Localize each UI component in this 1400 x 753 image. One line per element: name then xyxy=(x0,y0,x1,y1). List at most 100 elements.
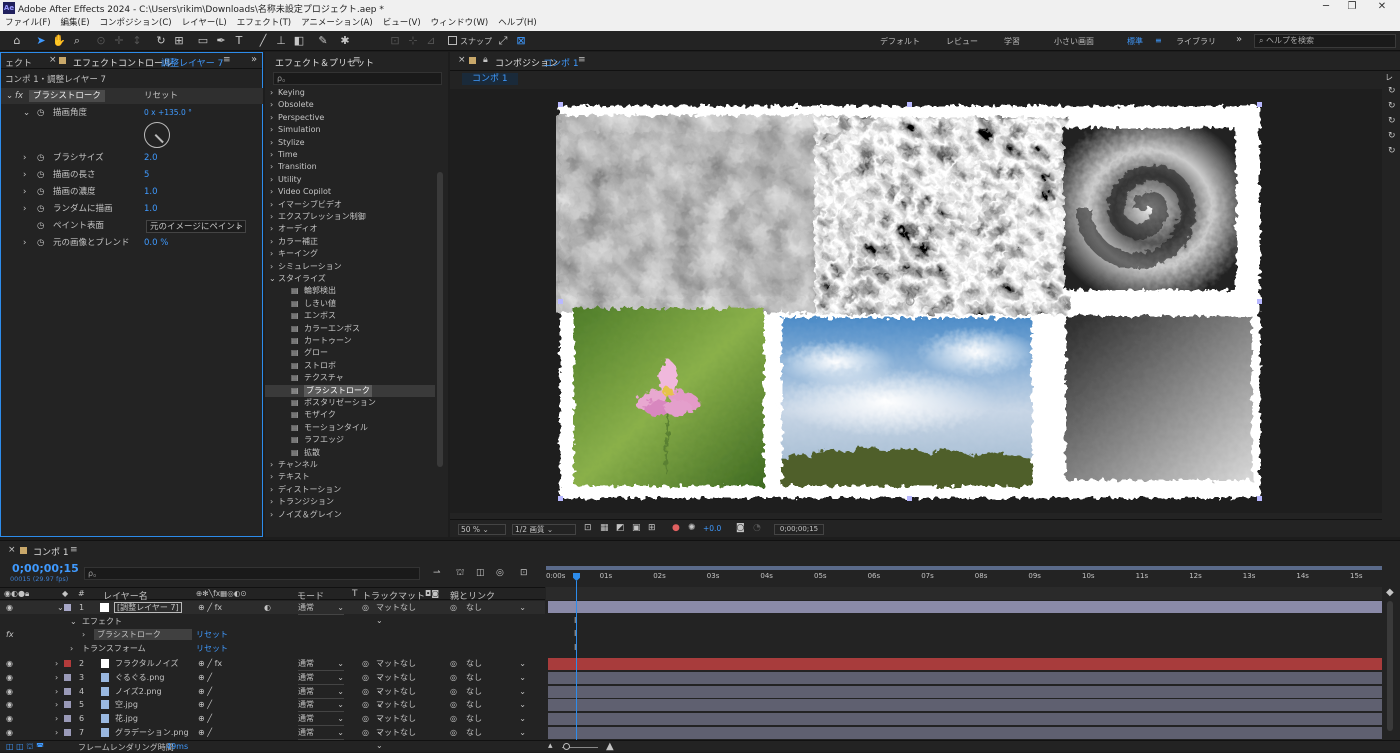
switch-icons[interactable]: ⊕ ╱ fx xyxy=(198,601,222,614)
clone-stamp-icon[interactable]: ⊥ xyxy=(274,34,288,48)
label-column-icon[interactable]: ◆ xyxy=(62,589,68,598)
parent-dropdown[interactable]: なし ⌄ xyxy=(466,712,526,725)
effect-category[interactable]: › イマーシブビデオ xyxy=(265,199,435,211)
angle-dial[interactable] xyxy=(144,122,170,148)
collapse-icon[interactable]: ⌄ xyxy=(70,615,77,628)
parent-dropdown[interactable]: なし ⌄ xyxy=(466,726,526,739)
time-ruler[interactable]: 0:00s 01s 02s 03s 04s 05s 06s 07s 08s 09s 10s 11s 12… xyxy=(546,571,1382,585)
mask-visibility-icon[interactable]: ◩ xyxy=(616,523,625,533)
expand-icon[interactable]: › xyxy=(82,628,85,641)
effect-item[interactable]: ▤ しきい値 xyxy=(265,298,435,310)
mode-dropdown[interactable]: 通常 ⌄ xyxy=(298,698,344,713)
matte-icons[interactable]: ◘◙ xyxy=(425,589,439,598)
matte-link-icon[interactable]: ◎ xyxy=(362,685,369,698)
prop-value[interactable]: 1.0 xyxy=(144,201,158,217)
menu-effect[interactable]: エフェクト(T) xyxy=(237,16,291,31)
expand-icon[interactable]: › xyxy=(270,496,273,508)
prop-value[interactable]: 2.0 xyxy=(144,150,158,166)
expand-icon[interactable]: › xyxy=(270,87,273,99)
effect-category[interactable]: › チャンネル xyxy=(265,459,435,471)
menu-layer[interactable]: レイヤー(L) xyxy=(182,16,227,31)
frame-blend-icon[interactable]: ⛫ xyxy=(456,568,464,579)
effect-category[interactable]: › ディストーション xyxy=(265,484,435,496)
comp-marker-icon[interactable]: ◆ xyxy=(1386,587,1394,598)
close-tab-icon[interactable]: × xyxy=(8,545,16,555)
expand-icon[interactable]: › xyxy=(55,698,58,711)
help-search-input[interactable]: ⌕ ヘルプを検索 xyxy=(1254,34,1396,48)
effect-item[interactable]: ▤ ポスタリゼーション xyxy=(265,397,435,409)
layer-name[interactable]: [調整レイヤー 7] xyxy=(114,602,182,613)
pickwhip-icon[interactable]: ◎ xyxy=(450,685,457,698)
effect-item[interactable]: ▤ エンボス xyxy=(265,310,435,322)
layer-name[interactable]: グラデーション.png xyxy=(115,726,189,739)
matte-link-icon[interactable]: ◎ xyxy=(362,657,369,670)
snap-grid-icon[interactable]: ⊠ xyxy=(514,34,528,48)
effect-reset-link[interactable]: リセット xyxy=(196,628,228,641)
pickwhip-icon[interactable]: ◎ xyxy=(450,657,457,670)
switch-icons[interactable]: ⊕ ╱ xyxy=(198,685,212,698)
fx-icon[interactable]: fx xyxy=(6,628,14,641)
color-channels-icon[interactable]: ● xyxy=(672,523,680,533)
effect-item[interactable]: ▤ ラフエッジ xyxy=(265,434,435,446)
effect-category[interactable]: › Keying xyxy=(265,87,435,99)
right-tool-icons[interactable]: ↻ ↻ ↻ ↻ ↻ xyxy=(1388,84,1396,159)
panel-menu-icon[interactable]: ≡ xyxy=(353,55,361,65)
snapshot-icon[interactable]: ◙ xyxy=(736,523,745,533)
menu-animation[interactable]: アニメーション(A) xyxy=(301,16,373,31)
eye-icon[interactable]: ◉ xyxy=(6,726,13,739)
prop-value[interactable]: 0.0 % xyxy=(144,235,168,251)
stopwatch-icon[interactable]: ◷ xyxy=(37,235,44,251)
menu-composition[interactable]: コンポジション(C) xyxy=(100,16,172,31)
transform-reset-link[interactable]: リセット xyxy=(196,642,228,655)
zoom-out-icon[interactable]: ▴ xyxy=(548,741,553,751)
menu-edit[interactable]: 編集(E) xyxy=(61,16,90,31)
effect-category[interactable]: › Obsolete xyxy=(265,99,435,111)
matte-link-icon[interactable]: ◎ xyxy=(362,712,369,725)
eye-icon[interactable]: ◉ xyxy=(6,601,13,614)
effect-item[interactable]: ▤ ブラシストローク xyxy=(265,384,435,397)
brush-effect-label[interactable]: ブラシストローク xyxy=(94,629,192,640)
brush-effect-row[interactable]: fx › ブラシストローク リセット xyxy=(0,628,545,641)
shy-toggle-icon[interactable]: ⇀ xyxy=(433,568,441,578)
expand-icon[interactable]: › xyxy=(23,150,26,166)
layer-row[interactable]: ◉ › 4 ノイズ2.png ⊕ ╱ 通常 ⌄ ◎ マットなし⌄ ◎ なし ⌄ xyxy=(0,685,545,709)
expand-icon[interactable]: › xyxy=(270,223,273,235)
stopwatch-icon[interactable]: ◷ xyxy=(37,167,44,183)
expand-icon[interactable]: › xyxy=(55,671,58,684)
expand-icon[interactable]: › xyxy=(270,186,273,198)
collapse-icon[interactable]: ⌄ xyxy=(6,88,13,104)
close-icon[interactable]: ✕ xyxy=(1372,1,1392,15)
fast-preview-icon[interactable]: ⊡ xyxy=(584,523,592,533)
label-color-swatch[interactable] xyxy=(64,701,71,709)
dolly-tool-icon[interactable]: ↕ xyxy=(130,34,144,48)
expand-icon[interactable]: › xyxy=(23,201,26,217)
stopwatch-icon[interactable]: ◷ xyxy=(37,184,44,200)
effect-category[interactable]: › Transition xyxy=(265,161,435,173)
effect-category[interactable]: › Utility xyxy=(265,174,435,186)
t-header[interactable]: T xyxy=(352,589,358,599)
adjustment-switch-icon[interactable]: ◐ xyxy=(264,601,271,614)
expand-icon[interactable]: › xyxy=(270,211,273,223)
expand-icon[interactable]: › xyxy=(55,712,58,725)
transparency-grid-icon[interactable]: ▦ xyxy=(600,523,609,533)
expand-icon[interactable]: › xyxy=(270,99,273,111)
prop-value[interactable]: 5 xyxy=(144,167,149,183)
layer-name[interactable]: 空.jpg xyxy=(115,698,138,711)
mode-dropdown[interactable]: 通常 ⌄ xyxy=(298,657,344,671)
pickwhip-icon[interactable]: ◎ xyxy=(450,726,457,739)
expand-icon[interactable]: › xyxy=(270,261,273,273)
pickwhip-icon[interactable]: ◎ xyxy=(450,671,457,684)
layer-bar[interactable] xyxy=(548,671,1382,684)
timeline-scrollbar[interactable] xyxy=(1387,601,1393,731)
expand-icon[interactable]: › xyxy=(270,248,273,260)
panel-menu-icon[interactable]: ≡ xyxy=(223,55,231,65)
eraser-tool-icon[interactable]: ◧ xyxy=(292,34,306,48)
effect-item[interactable]: ▤ 拡散 xyxy=(265,447,435,459)
expand-icon[interactable]: › xyxy=(270,199,273,211)
layer-bar[interactable] xyxy=(548,658,1382,670)
layer-bar[interactable] xyxy=(548,727,1382,739)
layer-name[interactable]: ぐるぐる.png xyxy=(115,671,164,684)
home-icon[interactable]: ⌂ xyxy=(10,34,24,48)
matte-link-icon[interactable]: ◎ xyxy=(362,698,369,711)
expand-icon[interactable]: › xyxy=(270,137,273,149)
